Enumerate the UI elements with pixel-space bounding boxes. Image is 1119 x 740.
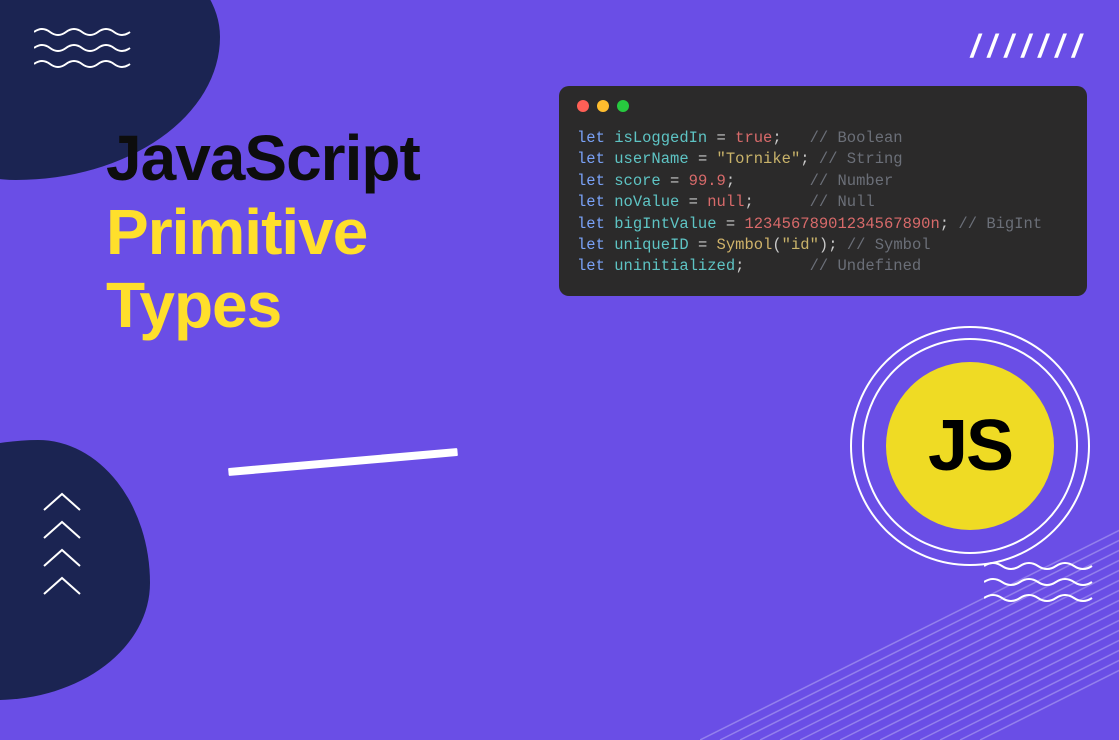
js-badge-text: JS	[928, 405, 1012, 487]
maximize-icon	[617, 100, 629, 112]
code-line: let score = 99.9; // Number	[577, 171, 1069, 192]
code-line: let bigIntValue = 12345678901234567890n;…	[577, 214, 1069, 235]
code-line: let userName = "Tornike"; // String	[577, 149, 1069, 170]
close-icon	[577, 100, 589, 112]
headline-line-3: Types	[106, 269, 420, 343]
waves-top-left-icon	[34, 26, 134, 74]
code-line: let uniqueID = Symbol("id"); // Symbol	[577, 235, 1069, 256]
code-window: let isLoggedIn = true; // Booleanlet use…	[559, 86, 1087, 296]
code-body: let isLoggedIn = true; // Booleanlet use…	[577, 128, 1069, 278]
headline-line-1: JavaScript	[106, 122, 420, 196]
headline-line-2: Primitive	[106, 196, 420, 270]
code-line: let noValue = null; // Null	[577, 192, 1069, 213]
js-logo: JS	[850, 326, 1090, 566]
code-line: let uninitialized; // Undefined	[577, 256, 1069, 277]
js-badge-circle: JS	[886, 362, 1054, 530]
waves-bottom-right-icon	[984, 560, 1094, 612]
slashes-decoration: ///////	[971, 28, 1089, 65]
underline-decoration	[228, 448, 458, 476]
chevrons-up-icon	[42, 490, 82, 602]
minimize-icon	[597, 100, 609, 112]
window-controls	[577, 100, 1069, 112]
code-line: let isLoggedIn = true; // Boolean	[577, 128, 1069, 149]
headline: JavaScript Primitive Types	[106, 122, 420, 343]
